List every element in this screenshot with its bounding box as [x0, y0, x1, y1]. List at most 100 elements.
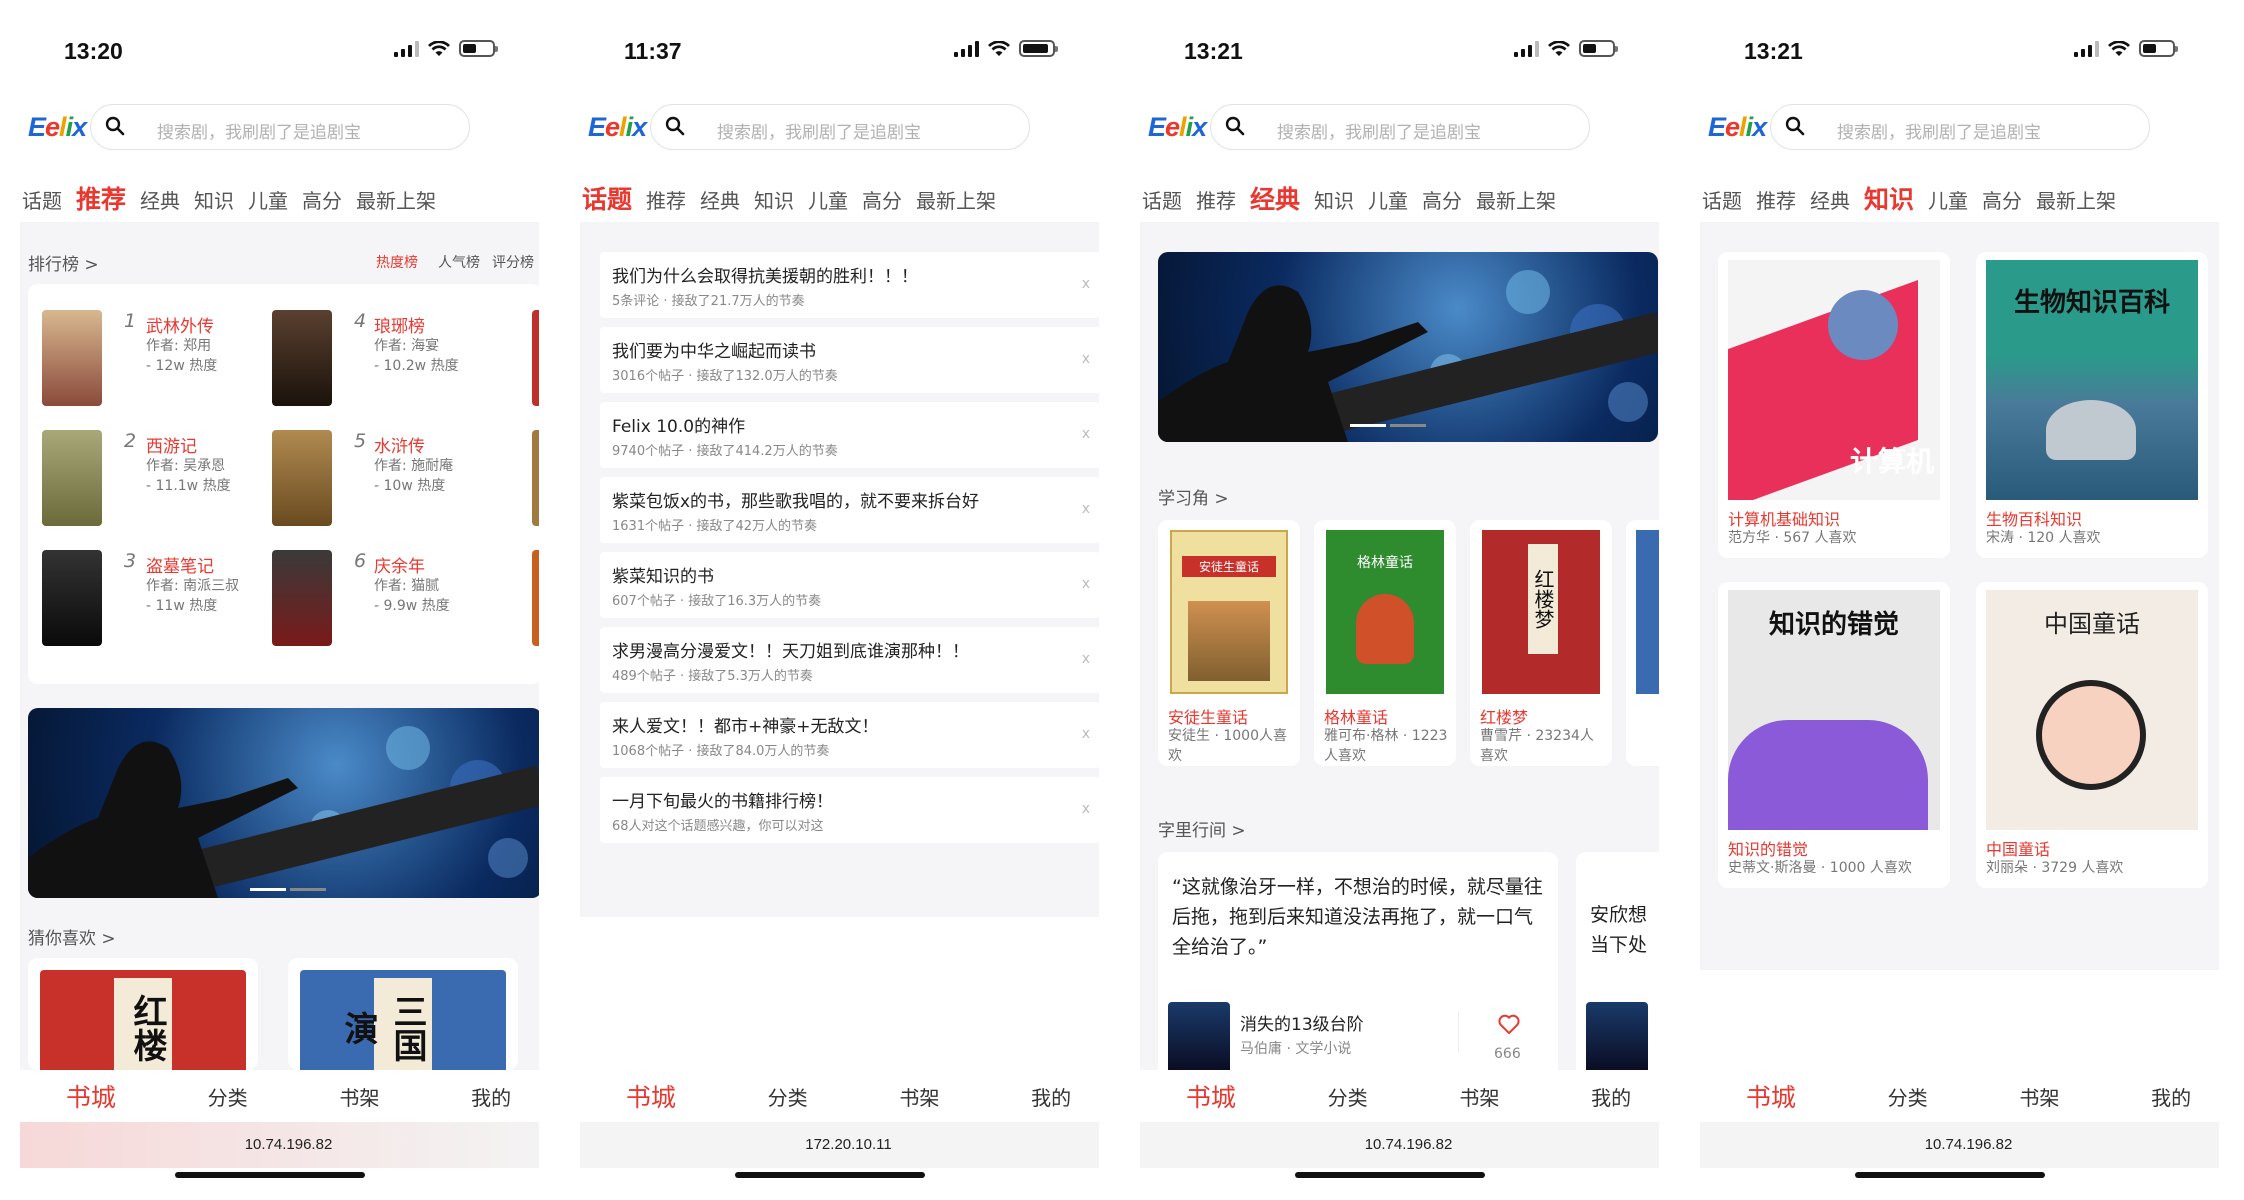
- tab-new[interactable]: 最新上架: [2036, 185, 2116, 214]
- book-card[interactable]: 格林童话 格林童话 雅可布·格林 · 1223人喜欢: [1314, 520, 1456, 766]
- nav-bookshelf[interactable]: 书架: [899, 1082, 939, 1111]
- tab-classic[interactable]: 经典: [140, 185, 180, 214]
- tab-high-score[interactable]: 高分: [1982, 185, 2022, 214]
- quote-card-partial[interactable]: 安欣想当下处: [1576, 852, 1659, 1070]
- book-cover[interactable]: [42, 550, 102, 646]
- ranking-tab-popular[interactable]: 人气榜: [438, 252, 480, 272]
- tab-children[interactable]: 儿童: [808, 185, 848, 214]
- close-icon[interactable]: x: [1082, 726, 1090, 742]
- nav-category[interactable]: 分类: [208, 1082, 248, 1111]
- close-icon[interactable]: x: [1082, 576, 1090, 592]
- tab-knowledge[interactable]: 知识: [754, 185, 794, 214]
- nav-mine[interactable]: 我的: [1031, 1082, 1071, 1111]
- rank-book-title[interactable]: 琅琊榜: [374, 312, 425, 337]
- url-bar[interactable]: 10.74.196.82: [1140, 1122, 1659, 1168]
- rank-book-title[interactable]: 西游记: [146, 432, 197, 457]
- tab-children[interactable]: 儿童: [1928, 185, 1968, 214]
- url-bar[interactable]: 172.20.10.11: [580, 1122, 1099, 1168]
- rank-book-title[interactable]: 水浒传: [374, 432, 425, 457]
- book-card[interactable]: 生物知识百科 生物百科知识 宋涛 · 120 人喜欢: [1976, 252, 2208, 558]
- app-logo[interactable]: Eelix: [28, 112, 87, 143]
- nav-mine[interactable]: 我的: [1591, 1082, 1631, 1111]
- nav-category[interactable]: 分类: [1888, 1082, 1928, 1111]
- book-cover[interactable]: [532, 310, 539, 406]
- rank-book-title[interactable]: 武林外传: [146, 312, 214, 337]
- tab-recommend[interactable]: 推荐: [1196, 185, 1236, 214]
- heart-icon[interactable]: [1498, 1014, 1520, 1034]
- book-card[interactable]: 中国童话 中国童话 刘丽朵 · 3729 人喜欢: [1976, 582, 2208, 888]
- topic-item[interactable]: 紫菜知识的书 607个帖子 · 接敌了16.3万人的节奏 x: [600, 552, 1099, 618]
- book-title[interactable]: 格林童话: [1324, 704, 1388, 728]
- topic-item[interactable]: Felix 10.0的神作 9740个帖子 · 接敌了414.2万人的节奏 x: [600, 402, 1099, 468]
- tab-new[interactable]: 最新上架: [356, 185, 436, 214]
- app-logo[interactable]: Eelix: [1708, 112, 1767, 143]
- search-input[interactable]: 搜索剧，我刷剧了是追剧宝: [90, 104, 470, 150]
- tab-high-score[interactable]: 高分: [302, 185, 342, 214]
- nav-bookstore[interactable]: 书城: [626, 1078, 676, 1114]
- ranking-tab-heat[interactable]: 热度榜: [376, 252, 418, 272]
- banner-carousel[interactable]: [28, 708, 539, 898]
- nav-bookshelf[interactable]: 书架: [339, 1082, 379, 1111]
- app-logo[interactable]: Eelix: [1148, 112, 1207, 143]
- nav-bookstore[interactable]: 书城: [1186, 1078, 1236, 1114]
- tab-knowledge[interactable]: 知识: [1864, 180, 1914, 216]
- app-logo[interactable]: Eelix: [588, 112, 647, 143]
- url-bar[interactable]: 10.74.196.82: [1700, 1122, 2219, 1168]
- tab-recommend[interactable]: 推荐: [1756, 185, 1796, 214]
- book-title[interactable]: 中国童话: [1986, 836, 2050, 860]
- book-cover[interactable]: [42, 310, 102, 406]
- nav-bookshelf[interactable]: 书架: [2019, 1082, 2059, 1111]
- quote-card[interactable]: “这就像治牙一样，不想治的时候，就尽量往后拖，拖到后来知道没法再拖了，就一口气全…: [1158, 852, 1558, 1070]
- tab-topic[interactable]: 话题: [1142, 185, 1182, 214]
- guess-book-card[interactable]: 三国演: [288, 958, 518, 1070]
- book-card[interactable]: 计算机 计算机基础知识 范方华 · 567 人喜欢: [1718, 252, 1950, 558]
- home-indicator[interactable]: [175, 1172, 365, 1178]
- url-bar[interactable]: 10.74.196.82: [20, 1122, 539, 1168]
- tab-high-score[interactable]: 高分: [862, 185, 902, 214]
- ranking-tab-score[interactable]: 评分榜: [492, 252, 534, 272]
- book-cover[interactable]: [532, 430, 539, 526]
- book-title[interactable]: 红楼梦: [1480, 704, 1528, 728]
- tab-classic[interactable]: 经典: [1250, 180, 1300, 216]
- quote-book-title[interactable]: 消失的13级台阶: [1240, 1010, 1364, 1035]
- home-indicator[interactable]: [735, 1172, 925, 1178]
- nav-bookstore[interactable]: 书城: [66, 1078, 116, 1114]
- topic-item[interactable]: 求男漫高分漫爱文！！天刀姐到底谁演那种！！ 489个帖子 · 接敌了5.3万人的节…: [600, 627, 1099, 693]
- book-title[interactable]: 生物百科知识: [1986, 506, 2082, 530]
- topic-item[interactable]: 紫菜包饭x的书，那些歌我唱的，就不要来拆台好 1631个帖子 · 接敌了42万人的…: [600, 477, 1099, 543]
- tab-new[interactable]: 最新上架: [916, 185, 996, 214]
- book-cover[interactable]: [272, 550, 332, 646]
- tab-children[interactable]: 儿童: [248, 185, 288, 214]
- tab-children[interactable]: 儿童: [1368, 185, 1408, 214]
- nav-category[interactable]: 分类: [1328, 1082, 1368, 1111]
- close-icon[interactable]: x: [1082, 276, 1090, 292]
- topic-item[interactable]: 一月下旬最火的书籍排行榜！ 68人对这个话题感兴趣，你可以对这 x: [600, 777, 1099, 843]
- tab-knowledge[interactable]: 知识: [1314, 185, 1354, 214]
- nav-mine[interactable]: 我的: [471, 1082, 511, 1111]
- book-card[interactable]: 知识的错觉 知识的错觉 史蒂文·斯洛曼 · 1000 人喜欢: [1718, 582, 1950, 888]
- tab-topic[interactable]: 话题: [22, 185, 62, 214]
- tab-classic[interactable]: 经典: [700, 185, 740, 214]
- book-title[interactable]: 知识的错觉: [1728, 836, 1808, 860]
- tab-new[interactable]: 最新上架: [1476, 185, 1556, 214]
- book-cover[interactable]: [1586, 1002, 1648, 1070]
- book-card[interactable]: 安徒生童话 安徒生童话 安徒生 · 1000人喜欢: [1158, 520, 1300, 766]
- rank-book-title[interactable]: 庆余年: [374, 552, 425, 577]
- quotes-title[interactable]: 字里行间 >: [1158, 816, 1246, 841]
- guess-like-title[interactable]: 猜你喜欢 >: [28, 924, 116, 949]
- close-icon[interactable]: x: [1082, 426, 1090, 442]
- tab-recommend[interactable]: 推荐: [76, 180, 126, 216]
- nav-bookshelf[interactable]: 书架: [1459, 1082, 1499, 1111]
- home-indicator[interactable]: [1855, 1172, 2045, 1178]
- tab-knowledge[interactable]: 知识: [194, 185, 234, 214]
- home-indicator[interactable]: [1295, 1172, 1485, 1178]
- close-icon[interactable]: x: [1082, 651, 1090, 667]
- book-cover[interactable]: [272, 310, 332, 406]
- study-corner-title[interactable]: 学习角 >: [1158, 484, 1229, 509]
- guess-book-card[interactable]: 红楼: [28, 958, 258, 1070]
- nav-bookstore[interactable]: 书城: [1746, 1078, 1796, 1114]
- book-title[interactable]: 安徒生童话: [1168, 704, 1248, 728]
- close-icon[interactable]: x: [1082, 351, 1090, 367]
- tab-classic[interactable]: 经典: [1810, 185, 1850, 214]
- nav-mine[interactable]: 我的: [2151, 1082, 2191, 1111]
